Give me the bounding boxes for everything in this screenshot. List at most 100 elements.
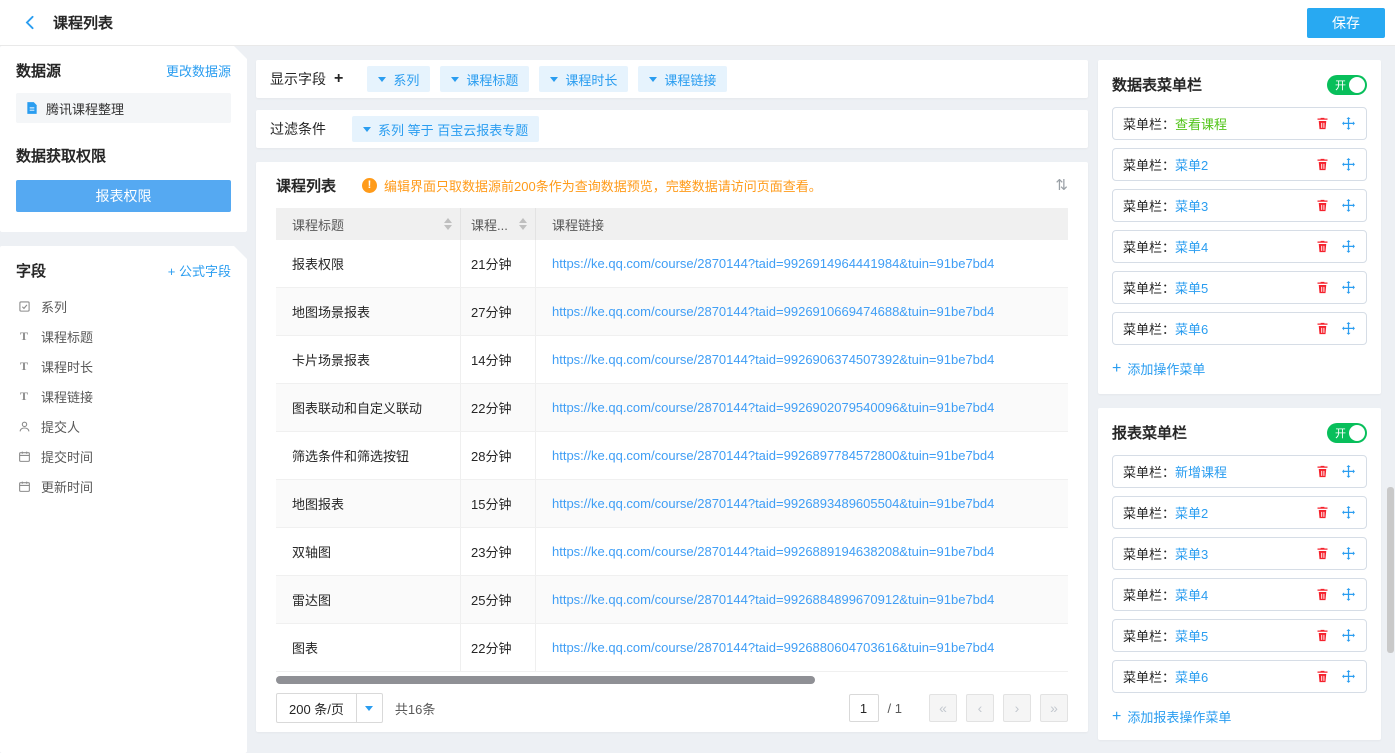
menu-item[interactable]: 菜单栏： 菜单3 — [1112, 537, 1367, 570]
delete-menu-button[interactable] — [1315, 628, 1330, 643]
filter-condition-chip[interactable]: 系列 等于 百宝云报表专题 — [352, 116, 539, 142]
page-input[interactable] — [849, 694, 879, 722]
display-field-chip[interactable]: 课程链接 — [638, 66, 727, 92]
course-link[interactable]: https://ke.qq.com/course/2870144?taid=99… — [552, 592, 994, 607]
course-link[interactable]: https://ke.qq.com/course/2870144?taid=99… — [552, 448, 994, 463]
field-item-course-link[interactable]: T 课程链接 — [16, 381, 231, 411]
chip-label: 系列 — [393, 70, 419, 89]
move-menu-handle[interactable] — [1341, 280, 1356, 295]
menu-item[interactable]: 菜单栏： 菜单6 — [1112, 312, 1367, 345]
course-link[interactable]: https://ke.qq.com/course/2870144?taid=99… — [552, 304, 994, 319]
save-button[interactable]: 保存 — [1307, 8, 1385, 38]
text-field-icon: T — [16, 359, 32, 374]
delete-menu-button[interactable] — [1315, 669, 1330, 684]
last-page-button[interactable]: » — [1040, 694, 1068, 722]
menu-item[interactable]: 菜单栏： 菜单2 — [1112, 148, 1367, 181]
menu-item[interactable]: 菜单栏： 新增课程 — [1112, 455, 1367, 488]
delete-menu-button[interactable] — [1315, 464, 1330, 479]
menu-item[interactable]: 菜单栏： 菜单6 — [1112, 660, 1367, 693]
filter-condition-label: 系列 等于 百宝云报表专题 — [378, 120, 528, 139]
sort-order-icon[interactable]: ⇅ — [1055, 176, 1068, 194]
formula-field-link[interactable]: + 公式字段 — [168, 261, 231, 280]
menu-item[interactable]: 菜单栏： 菜单5 — [1112, 271, 1367, 304]
menu-item[interactable]: 菜单栏： 菜单2 — [1112, 496, 1367, 529]
display-field-chip[interactable]: 系列 — [367, 66, 430, 92]
add-report-menu-button[interactable]: + 添加报表操作菜单 — [1112, 707, 1231, 726]
delete-menu-button[interactable] — [1315, 198, 1330, 213]
display-fields-bar: 显示字段 + 系列 课程标题 课程时长 课程链接 — [256, 60, 1088, 98]
sort-icon — [444, 218, 452, 230]
move-menu-handle[interactable] — [1341, 157, 1356, 172]
menu-item-name: 查看课程 — [1175, 114, 1227, 133]
field-label: 系列 — [41, 297, 67, 316]
table-menu-toggle[interactable]: 开 — [1327, 75, 1367, 95]
chip-label: 课程时长 — [565, 70, 617, 89]
course-link[interactable]: https://ke.qq.com/course/2870144?taid=99… — [552, 640, 994, 655]
menu-item[interactable]: 菜单栏： 菜单5 — [1112, 619, 1367, 652]
menu-item[interactable]: 菜单栏： 菜单4 — [1112, 230, 1367, 263]
move-menu-handle[interactable] — [1341, 587, 1356, 602]
course-link[interactable]: https://ke.qq.com/course/2870144?taid=99… — [552, 544, 994, 559]
course-link[interactable]: https://ke.qq.com/course/2870144?taid=99… — [552, 496, 994, 511]
menu-item-name: 菜单3 — [1175, 544, 1208, 563]
back-button[interactable] — [18, 10, 43, 35]
column-header-course-title[interactable]: 课程标题 — [276, 208, 461, 240]
delete-menu-button[interactable] — [1315, 157, 1330, 172]
course-link[interactable]: https://ke.qq.com/course/2870144?taid=99… — [552, 256, 994, 271]
menu-item-prefix: 菜单栏： — [1123, 503, 1175, 522]
move-icon — [1341, 198, 1356, 213]
menu-item-prefix: 菜单栏： — [1123, 544, 1175, 563]
move-menu-handle[interactable] — [1341, 669, 1356, 684]
field-item-update-time[interactable]: 更新时间 — [16, 471, 231, 501]
move-menu-handle[interactable] — [1341, 239, 1356, 254]
page-size-select[interactable]: 200 条/页 — [276, 693, 383, 723]
delete-menu-button[interactable] — [1315, 587, 1330, 602]
trash-icon — [1315, 628, 1330, 643]
cell-course-duration: 25分钟 — [461, 576, 536, 623]
move-menu-handle[interactable] — [1341, 505, 1356, 520]
move-menu-handle[interactable] — [1341, 198, 1356, 213]
delete-menu-button[interactable] — [1315, 546, 1330, 561]
move-menu-handle[interactable] — [1341, 321, 1356, 336]
field-item-submitter[interactable]: 提交人 — [16, 411, 231, 441]
field-item-course-title[interactable]: T 课程标题 — [16, 321, 231, 351]
plus-icon: + — [1112, 708, 1121, 726]
course-link[interactable]: https://ke.qq.com/course/2870144?taid=99… — [552, 400, 994, 415]
next-page-button[interactable]: › — [1003, 694, 1031, 722]
delete-menu-button[interactable] — [1315, 321, 1330, 336]
table-row: 地图报表 15分钟 https://ke.qq.com/course/28701… — [276, 480, 1068, 528]
vertical-scrollbar-thumb[interactable] — [1387, 487, 1394, 653]
field-item-submit-time[interactable]: 提交时间 — [16, 441, 231, 471]
horizontal-scrollbar-track — [276, 676, 1068, 684]
add-display-field-button[interactable]: + — [334, 70, 343, 88]
delete-menu-button[interactable] — [1315, 239, 1330, 254]
first-page-button[interactable]: « — [929, 694, 957, 722]
move-menu-handle[interactable] — [1341, 116, 1356, 131]
move-menu-handle[interactable] — [1341, 464, 1356, 479]
prev-page-button[interactable]: ‹ — [966, 694, 994, 722]
move-menu-handle[interactable] — [1341, 546, 1356, 561]
display-field-chip[interactable]: 课程标题 — [440, 66, 529, 92]
display-field-chip[interactable]: 课程时长 — [539, 66, 628, 92]
delete-menu-button[interactable] — [1315, 505, 1330, 520]
caret-down-icon — [378, 77, 386, 82]
add-menu-button[interactable]: + 添加操作菜单 — [1112, 359, 1205, 378]
column-header-course-duration[interactable]: 课程... — [461, 208, 536, 240]
field-item-course-duration[interactable]: T 课程时长 — [16, 351, 231, 381]
menu-item[interactable]: 菜单栏： 查看课程 — [1112, 107, 1367, 140]
field-item-series[interactable]: 系列 — [16, 291, 231, 321]
report-menu-toggle[interactable]: 开 — [1327, 423, 1367, 443]
menu-item[interactable]: 菜单栏： 菜单4 — [1112, 578, 1367, 611]
datasource-item[interactable]: 腾讯课程整理 — [16, 93, 231, 123]
menu-item[interactable]: 菜单栏： 菜单3 — [1112, 189, 1367, 222]
course-link[interactable]: https://ke.qq.com/course/2870144?taid=99… — [552, 352, 994, 367]
table-row: 图表 22分钟 https://ke.qq.com/course/2870144… — [276, 624, 1068, 672]
move-icon — [1341, 116, 1356, 131]
report-permission-button[interactable]: 报表权限 — [16, 180, 231, 212]
horizontal-scrollbar-thumb[interactable] — [276, 676, 815, 684]
change-datasource-link[interactable]: 更改数据源 — [166, 61, 231, 80]
delete-menu-button[interactable] — [1315, 116, 1330, 131]
move-menu-handle[interactable] — [1341, 628, 1356, 643]
delete-menu-button[interactable] — [1315, 280, 1330, 295]
menu-item-name: 新增课程 — [1175, 462, 1227, 481]
